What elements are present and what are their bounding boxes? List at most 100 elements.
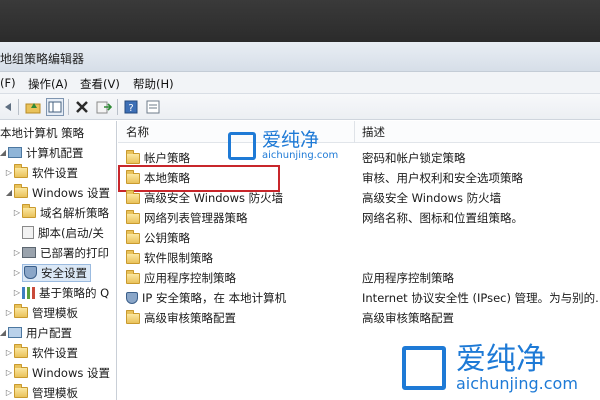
collapse-icon[interactable]: ◢ <box>0 148 8 157</box>
tree-item-local-computer-policy[interactable]: 本地计算机 策略 <box>0 123 84 142</box>
properties-icon[interactable] <box>144 98 162 116</box>
tree-item-label: 计算机配置 <box>26 145 84 160</box>
printer-icon <box>22 247 36 258</box>
watermark-brand: 爱纯净 <box>262 129 320 151</box>
item-description: 应用程序控制策略 <box>362 271 454 285</box>
folder-icon <box>126 149 140 164</box>
expand-icon[interactable]: ▷ <box>12 288 22 297</box>
console-tree: 本地计算机 策略 ◢ 计算机配置 ▷ 软件设置 ◢ Windows 设置 ▷ 域… <box>0 121 117 400</box>
export-icon[interactable] <box>95 98 113 116</box>
list-item[interactable]: 软件限制策略 <box>126 248 213 268</box>
collapse-icon[interactable]: ◢ <box>0 328 8 337</box>
item-description: 密码和帐户锁定策略 <box>362 151 466 165</box>
item-name: 软件限制策略 <box>144 251 213 265</box>
list-item[interactable]: 应用程序控制策略 <box>126 268 236 288</box>
column-separator[interactable] <box>354 121 355 143</box>
tree-item-label: Windows 设置 <box>32 365 110 380</box>
item-name: IP 安全策略，在 本地计算机 <box>142 291 287 305</box>
folder-icon <box>14 364 28 378</box>
expand-icon[interactable]: ▷ <box>4 388 14 397</box>
show-hide-tree-icon[interactable] <box>46 98 64 116</box>
expand-icon[interactable]: ▷ <box>12 248 22 257</box>
tree-item-label: 用户配置 <box>26 325 72 340</box>
tree-item-user-admin-templates[interactable]: ▷ 管理模板 <box>4 383 78 400</box>
watermark-logo-icon <box>402 346 446 390</box>
tree-item-computer-config[interactable]: ◢ 计算机配置 <box>0 143 84 162</box>
desktop-top-strip <box>0 0 600 42</box>
list-item[interactable]: 公钥策略 <box>126 228 190 248</box>
tree-item-name-resolution-policy[interactable]: ▷ 域名解析策略 <box>12 203 109 222</box>
window-titlebar: 地组策略编辑器 <box>0 42 600 72</box>
tree-item-user-config[interactable]: ◢ 用户配置 <box>0 323 72 342</box>
list-item[interactable]: 高级审核策略配置 <box>126 308 236 328</box>
item-name: 公钥策略 <box>144 231 190 245</box>
tree-item-admin-templates[interactable]: ▷ 管理模板 <box>4 303 78 322</box>
folder-icon <box>126 249 140 264</box>
toolbar: ? <box>0 94 600 120</box>
tree-item-label: 软件设置 <box>32 345 78 360</box>
folder-icon <box>14 384 28 398</box>
watermark-url: aichunjing.com <box>262 150 339 161</box>
tree-item-policy-based-qos[interactable]: ▷ 基于策略的 Q <box>12 283 109 302</box>
item-description: 高级审核策略配置 <box>362 311 454 325</box>
expand-icon[interactable]: ▷ <box>4 368 14 377</box>
back-icon[interactable] <box>0 98 16 116</box>
folder-icon <box>14 304 28 318</box>
tree-item-label: 域名解析策略 <box>40 205 109 220</box>
item-name: 帐户策略 <box>144 151 190 165</box>
item-name: 高级审核策略配置 <box>144 311 236 325</box>
column-header-description[interactable]: 描述 <box>362 121 385 143</box>
menu-file[interactable]: (F) <box>0 76 16 90</box>
menu-bar: (F) 操作(A) 查看(V) 帮助(H) <box>0 72 600 94</box>
column-header-name[interactable]: 名称 <box>126 121 149 143</box>
tree-item-user-software-settings[interactable]: ▷ 软件设置 <box>4 343 78 362</box>
tree-item-user-windows-settings[interactable]: ▷ Windows 设置 <box>4 363 110 382</box>
item-name: 网络列表管理器策略 <box>144 211 248 225</box>
expand-icon[interactable]: ▷ <box>12 268 22 277</box>
tree-item-label: 已部署的打印 <box>40 245 109 260</box>
shield-icon <box>24 266 37 279</box>
tree-item-security-settings[interactable]: ▷ 安全设置 <box>12 263 91 282</box>
item-name: 应用程序控制策略 <box>144 271 236 285</box>
folder-icon <box>14 164 28 178</box>
folder-icon <box>126 189 140 204</box>
selected-highlight: 安全设置 <box>22 263 91 282</box>
collapse-icon[interactable]: ◢ <box>4 188 14 197</box>
expand-icon[interactable]: ▷ <box>12 208 22 217</box>
list-item[interactable]: 高级安全 Windows 防火墙 <box>126 188 283 208</box>
tree-item-software-settings[interactable]: ▷ 软件设置 <box>4 163 78 182</box>
item-description: 网络名称、图标和位置组策略。 <box>362 211 523 225</box>
expand-icon[interactable]: ▷ <box>4 168 14 177</box>
tree-item-windows-settings[interactable]: ◢ Windows 设置 <box>4 183 110 202</box>
watermark: 爱纯净 aichunjing.com <box>228 130 338 161</box>
list-item[interactable]: 网络列表管理器策略 <box>126 208 248 228</box>
tree-item-label: Windows 设置 <box>32 185 110 200</box>
tree-item-label: 管理模板 <box>32 385 78 400</box>
tree-item-scripts[interactable]: 脚本(启动/关 <box>22 223 104 242</box>
help-icon[interactable]: ? <box>122 98 140 116</box>
folder-icon <box>126 269 140 284</box>
list-item[interactable]: IP 安全策略，在 本地计算机 <box>126 288 286 308</box>
chart-icon <box>22 286 35 299</box>
tree-item-deployed-printers[interactable]: ▷ 已部署的打印 <box>12 243 109 262</box>
svg-text:?: ? <box>128 103 133 114</box>
folder-icon <box>126 309 140 324</box>
tree-item-label: 本地计算机 策略 <box>0 125 85 140</box>
up-folder-icon[interactable] <box>24 98 42 116</box>
column-header-row <box>118 121 600 143</box>
watermark: 爱纯净 aichunjing.com <box>402 344 578 392</box>
menu-help[interactable]: 帮助(H) <box>133 76 174 92</box>
item-description: 审核、用户权利和安全选项策略 <box>362 171 523 185</box>
expand-icon[interactable]: ▷ <box>4 348 14 357</box>
computer-icon <box>8 147 22 158</box>
delete-icon[interactable] <box>73 98 91 116</box>
expand-icon[interactable]: ▷ <box>4 308 14 317</box>
item-description: 高级安全 Windows 防火墙 <box>362 191 502 205</box>
folder-icon <box>126 209 140 224</box>
tree-item-label: 基于策略的 Q <box>39 285 110 300</box>
ip-security-icon <box>126 292 138 304</box>
user-icon <box>8 327 22 338</box>
menu-view[interactable]: 查看(V) <box>80 76 120 92</box>
menu-action[interactable]: 操作(A) <box>28 76 68 92</box>
folder-icon <box>126 229 140 244</box>
